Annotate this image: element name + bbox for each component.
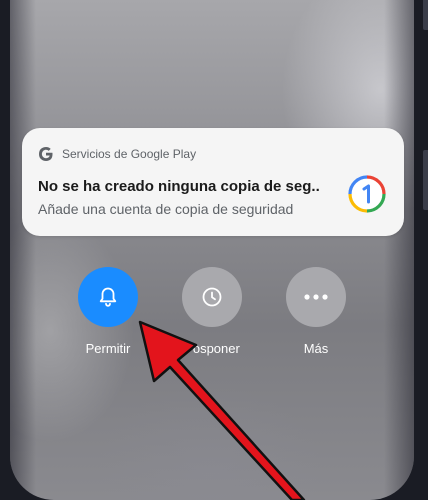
phone-frame bbox=[0, 0, 428, 500]
snooze-button[interactable] bbox=[182, 267, 242, 327]
lock-screen bbox=[10, 0, 414, 500]
app-name: Servicios de Google Play bbox=[62, 147, 197, 161]
allow-button[interactable] bbox=[78, 267, 138, 327]
notification-actions: Permitir Posponer Más bbox=[0, 267, 428, 367]
notification-header: Servicios de Google Play bbox=[38, 146, 196, 162]
clock-icon bbox=[202, 287, 222, 307]
screen-edge-left bbox=[10, 0, 36, 500]
more-action[interactable]: Más bbox=[271, 267, 361, 356]
notification-title: No se ha creado ninguna copia de seg.. bbox=[38, 178, 320, 195]
more-label: Más bbox=[303, 341, 329, 356]
side-button-upper bbox=[423, 0, 428, 30]
google-one-icon bbox=[348, 175, 386, 213]
side-button-lower bbox=[423, 150, 428, 210]
notification-text: Añade una cuenta de copia de seguridad bbox=[38, 201, 294, 217]
more-button[interactable] bbox=[286, 267, 346, 327]
snooze-label: Posponer bbox=[184, 341, 240, 356]
more-icon bbox=[304, 294, 328, 300]
notification-card[interactable]: Servicios de Google Play No se ha creado… bbox=[22, 128, 404, 236]
allow-action[interactable]: Permitir bbox=[63, 267, 153, 356]
google-g-icon bbox=[39, 147, 53, 161]
bell-icon bbox=[99, 287, 117, 307]
snooze-action[interactable]: Posponer bbox=[167, 267, 257, 356]
screen-edge-right bbox=[384, 0, 414, 500]
allow-label: Permitir bbox=[85, 341, 131, 356]
